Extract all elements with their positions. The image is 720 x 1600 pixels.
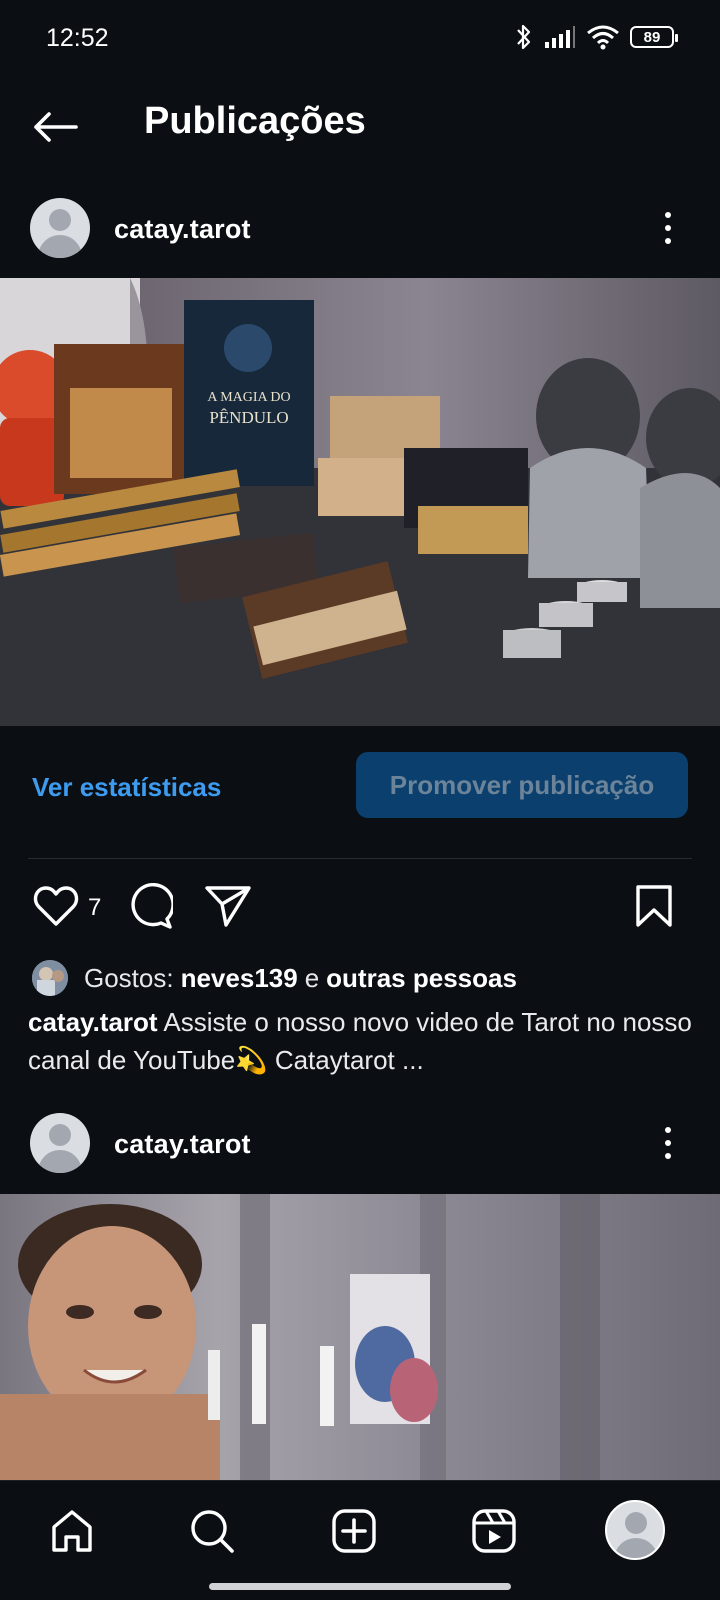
save-button[interactable] (628, 880, 680, 932)
nav-create[interactable] (326, 1503, 382, 1559)
post-image[interactable] (0, 1194, 720, 1480)
reels-icon (472, 1509, 516, 1553)
likes-prefix: Gostos: (84, 962, 174, 993)
send-icon (205, 886, 251, 927)
status-bar: 12:52 89 (0, 0, 720, 78)
likes-connector: e (304, 962, 320, 993)
post-photo: A MAGIA DO PÊNDULO (0, 278, 720, 726)
post-username[interactable]: catay.tarot (114, 1129, 251, 1160)
bottom-navigation (0, 1480, 720, 1600)
comment-button[interactable] (124, 880, 176, 932)
more-vertical-icon (665, 212, 671, 218)
like-count[interactable]: 7 (88, 894, 101, 922)
likes-summary[interactable]: Gostos: neves139 e outras pessoas (32, 958, 524, 998)
likes-others[interactable]: outras pessoas (326, 963, 517, 994)
status-time: 12:52 (46, 24, 109, 52)
arrow-left-icon (34, 112, 78, 142)
liker-username[interactable]: neves139 (181, 963, 298, 994)
avatar[interactable] (30, 1113, 90, 1173)
page-title: Publicações (144, 100, 366, 142)
post-header: catay.tarot (0, 1093, 720, 1193)
post-username[interactable]: catay.tarot (114, 214, 251, 245)
post-insights-row: Ver estatísticas Promover publicação (0, 752, 720, 818)
post-header: catay.tarot (0, 178, 720, 278)
liker-avatar (32, 960, 68, 996)
post-image[interactable]: A MAGIA DO PÊNDULO (0, 278, 720, 726)
search-icon (191, 1510, 234, 1553)
profile-avatar (605, 1500, 665, 1560)
status-icons: 89 (514, 22, 678, 52)
comment-icon (131, 883, 173, 929)
more-options-button[interactable] (656, 1123, 680, 1163)
home-indicator[interactable] (209, 1583, 511, 1590)
app-header: Publicações (0, 78, 720, 176)
divider (28, 858, 692, 859)
svg-text:PÊNDULO: PÊNDULO (209, 408, 288, 427)
more-options-button[interactable] (656, 208, 680, 248)
promote-post-button[interactable]: Promover publicação (356, 752, 688, 818)
share-button[interactable] (202, 880, 254, 932)
wifi-icon (587, 25, 619, 50)
nav-search[interactable] (184, 1503, 240, 1559)
home-icon (52, 1510, 92, 1552)
avatar[interactable] (30, 198, 90, 258)
nav-reels[interactable] (466, 1503, 522, 1559)
like-button[interactable] (30, 880, 82, 932)
post-caption[interactable]: catay.tarot Assiste o nosso novo video d… (28, 1003, 698, 1079)
bluetooth-icon (517, 24, 531, 50)
signal-icon (545, 26, 575, 48)
back-button[interactable] (30, 104, 80, 150)
svg-text:A MAGIA DO: A MAGIA DO (207, 390, 290, 405)
nav-profile[interactable] (604, 1499, 666, 1561)
add-icon (332, 1509, 376, 1553)
heart-icon (33, 886, 79, 926)
battery-indicator: 89 (630, 26, 678, 48)
post-action-icons: 7 (0, 880, 720, 936)
view-insights-link[interactable]: Ver estatísticas (32, 772, 221, 803)
bookmark-icon (636, 885, 672, 927)
post-photo (0, 1194, 720, 1480)
nav-home[interactable] (44, 1503, 100, 1559)
more-vertical-icon (665, 1127, 671, 1133)
caption-username[interactable]: catay.tarot (28, 1007, 158, 1037)
